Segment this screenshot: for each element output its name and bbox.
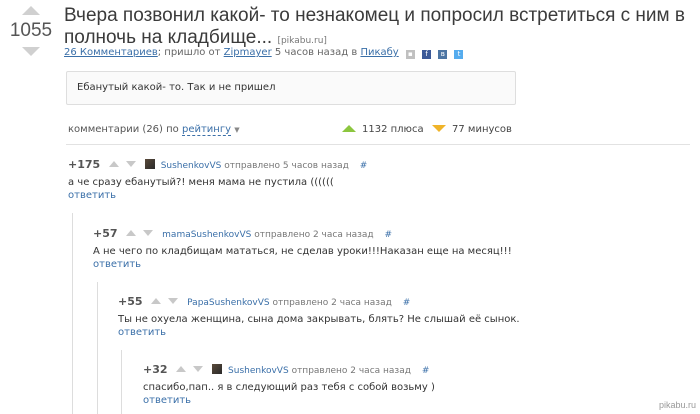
post-rating: 1055 <box>9 20 53 41</box>
pluses-label: 1132 плюса <box>362 124 424 135</box>
comment-rating: +32 <box>143 363 168 376</box>
meta-separator: ; пришло от <box>157 47 221 58</box>
section-link[interactable]: Пикабу <box>360 47 398 58</box>
post-meta: 26 Комментариев; пришло от Zipmayer 5 ча… <box>64 47 464 59</box>
comment-upvote-icon[interactable] <box>151 298 162 304</box>
comment-text: а че сразу ебанутый?! меня мама не пусти… <box>68 177 334 188</box>
plus-triangle-icon <box>342 125 356 132</box>
comment-permalink[interactable]: # <box>360 161 368 171</box>
reply-link[interactable]: ответить <box>143 395 435 406</box>
comment-user[interactable]: SushenkovVS <box>161 161 222 171</box>
comments-count-link[interactable]: 26 Комментариев <box>64 47 158 58</box>
comment-downvote-icon[interactable] <box>143 230 154 236</box>
comment-header: +32 SushenkovVS отправлено 2 часа назад … <box>143 363 435 377</box>
comments-sort-label: комментарии (26) по <box>68 124 179 135</box>
comments-sort-bar: комментарии (26) по рейтингу ▼ <box>68 124 240 136</box>
divider <box>66 144 690 145</box>
minuses-label: 77 минусов <box>452 124 512 135</box>
minuses-count: 77 минусов <box>432 124 512 135</box>
comment-time: отправлено 5 часов назад <box>224 161 349 171</box>
comment-header: +55 PapaSushenkovVS отправлено 2 часа на… <box>118 295 520 309</box>
comment-rating: +175 <box>68 158 101 171</box>
comment-user[interactable]: PapaSushenkovVS <box>187 298 269 308</box>
twitter-icon[interactable]: t <box>454 50 464 59</box>
comment-text: А не чего по кладбищам мататься, не сдел… <box>93 246 512 257</box>
watermark: pikabu.ru <box>658 400 696 410</box>
comment-rating: +57 <box>93 227 118 240</box>
comment-downvote-icon[interactable] <box>193 366 204 372</box>
post-body-text: Ебанутый какой- то. Так и не пришел <box>77 82 276 93</box>
avatar <box>212 364 223 374</box>
reply-link[interactable]: ответить <box>93 259 512 270</box>
thread-line <box>72 213 73 414</box>
thread-line <box>97 282 98 414</box>
comment-downvote-icon[interactable] <box>125 161 136 167</box>
comment-text: спасибо,пап.. я в следующий раз тебя с с… <box>143 382 435 393</box>
post-title[interactable]: Вчера позвонил какой- то незнакомец и по… <box>64 5 685 48</box>
post-downvote-icon[interactable] <box>22 47 40 56</box>
comment-time: отправлено 2 часа назад <box>254 230 374 240</box>
comment: +175 SushenkovVS отправлено 5 часов наза… <box>68 158 367 201</box>
comment-time: отправлено 2 часа назад <box>272 298 392 308</box>
comment-permalink[interactable]: # <box>422 366 430 376</box>
pluses-count: 1132 плюса <box>342 124 424 135</box>
comment: +32 SushenkovVS отправлено 2 часа назад … <box>143 363 435 406</box>
comment-user[interactable]: SushenkovVS <box>228 366 289 376</box>
post-upvote-icon[interactable] <box>22 6 40 15</box>
reply-link[interactable]: ответить <box>68 190 367 201</box>
vkontakte-icon[interactable]: в <box>438 50 448 59</box>
post-body: Ебанутый какой- то. Так и не пришел <box>66 71 516 105</box>
comment: +55 PapaSushenkovVS отправлено 2 часа на… <box>118 295 520 338</box>
facebook-icon[interactable]: f <box>422 50 432 59</box>
comment-upvote-icon[interactable] <box>109 161 120 167</box>
post-time: 5 часов назад в <box>274 47 358 58</box>
minus-triangle-icon <box>432 125 446 132</box>
post-source: [pikabu.ru] <box>277 36 327 46</box>
comments-sort-dropdown[interactable]: рейтингу <box>181 124 232 136</box>
comment-permalink[interactable]: # <box>385 230 393 240</box>
avatar <box>144 159 155 169</box>
comment-upvote-icon[interactable] <box>126 230 137 236</box>
comment-downvote-icon[interactable] <box>168 298 179 304</box>
comment-permalink[interactable]: # <box>403 298 411 308</box>
chevron-down-icon[interactable]: ▼ <box>234 126 239 134</box>
comment-rating: +55 <box>118 295 143 308</box>
thread-line <box>121 350 122 414</box>
comment-time: отправлено 2 часа назад <box>291 366 411 376</box>
comment-header: +175 SushenkovVS отправлено 5 часов наза… <box>68 158 367 172</box>
comment-upvote-icon[interactable] <box>176 366 187 372</box>
comment: +57 mamaSushenkovVS отправлено 2 часа на… <box>93 227 512 270</box>
comment-text: Ты не охуела женщина, сына дома закрыват… <box>118 314 520 325</box>
reply-link[interactable]: ответить <box>118 327 520 338</box>
comment-user[interactable]: mamaSushenkovVS <box>162 230 251 240</box>
post-title-block: Вчера позвонил какой- то незнакомец и по… <box>64 5 694 52</box>
post-vote-column: 1055 <box>8 6 54 56</box>
author-link[interactable]: Zipmayer <box>224 47 272 58</box>
save-icon[interactable]: ▪ <box>405 50 415 59</box>
comment-header: +57 mamaSushenkovVS отправлено 2 часа на… <box>93 227 512 241</box>
